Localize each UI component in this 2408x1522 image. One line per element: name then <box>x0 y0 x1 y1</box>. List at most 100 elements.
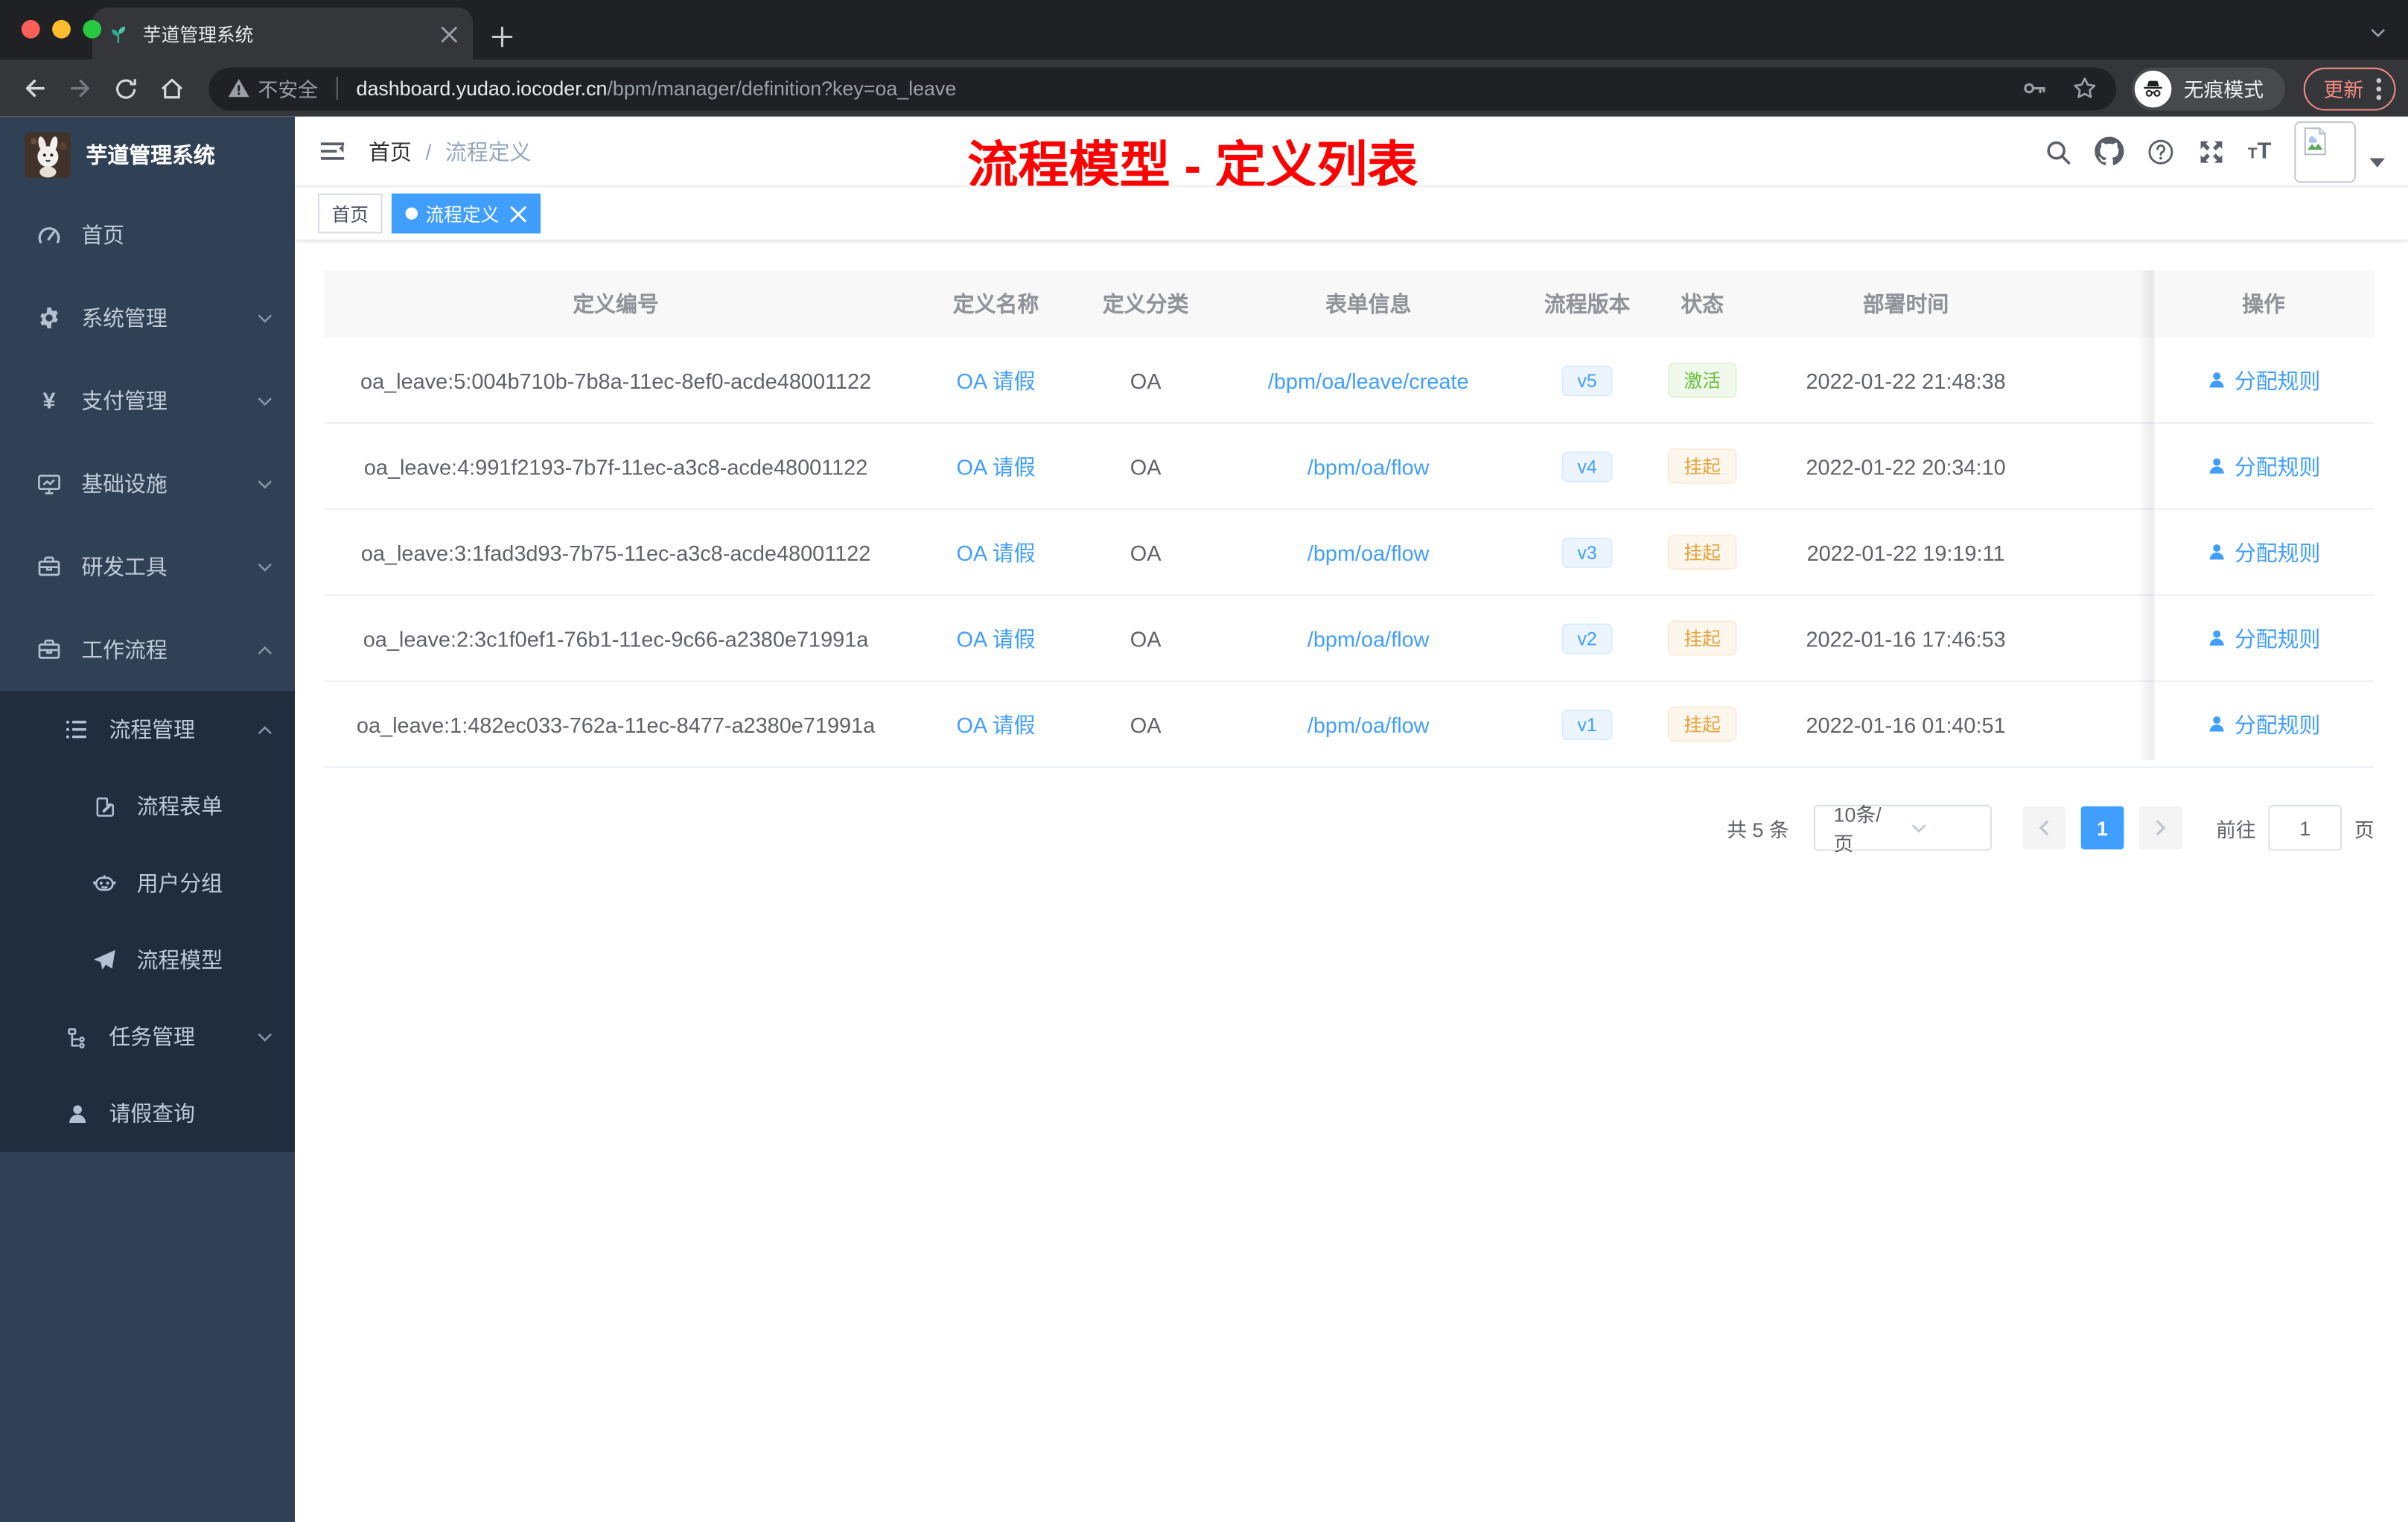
refresh-button[interactable] <box>104 67 147 110</box>
assign-rule-link[interactable]: 分配规则 <box>2207 709 2321 739</box>
definition-id-cell: oa_leave:2:3c1f0ef1-76b1-11ec-9c66-a2380… <box>363 625 869 651</box>
status-cell: 挂起 <box>1645 706 1760 742</box>
version-tag: v4 <box>1561 450 1613 482</box>
assign-rule-link[interactable]: 分配规则 <box>2207 365 2320 395</box>
sidebar-item-home[interactable]: 首页 <box>0 194 295 276</box>
tab-search-caret-icon[interactable] <box>2369 25 2386 42</box>
search-icon[interactable] <box>2044 138 2071 165</box>
definition-name-cell: OA 请假 <box>908 537 1084 567</box>
definition-name-link[interactable]: OA 请假 <box>957 450 1036 481</box>
yen-icon: ¥ <box>42 387 56 414</box>
assign-rule-link[interactable]: 分配规则 <box>2207 537 2320 567</box>
close-window-button[interactable] <box>21 19 40 39</box>
tab-close-icon[interactable] <box>441 25 458 42</box>
back-button[interactable] <box>13 67 56 110</box>
submenu-workflow: 流程管理 流程表单 用户分组 流程模型任务管理请假查询 <box>0 691 295 1152</box>
form-link[interactable]: /bpm/oa/flow <box>1307 453 1430 478</box>
column-header-5: 流程版本 <box>1544 291 1631 316</box>
table-row: oa_leave:3:1fad3d93-7b75-11ec-a3c8-acde4… <box>324 509 2374 596</box>
tag-close-icon[interactable] <box>510 205 527 222</box>
sidebar-item-label: 请假查询 <box>109 1101 195 1126</box>
form-link[interactable]: /bpm/oa/flow <box>1307 540 1430 564</box>
definition-name-link[interactable]: OA 请假 <box>957 365 1036 395</box>
header-actions: TT <box>2044 120 2386 182</box>
sidebar-item-process-management[interactable]: 流程管理 <box>0 691 295 768</box>
zoom-window-button[interactable] <box>83 19 102 39</box>
password-key-icon[interactable] <box>2021 75 2047 101</box>
definition-name-cell: OA 请假 <box>908 623 1084 653</box>
avatar-caret-icon[interactable] <box>2369 157 2386 167</box>
definition-name-link[interactable]: OA 请假 <box>957 623 1036 653</box>
forward-button[interactable] <box>58 67 101 110</box>
next-page-button[interactable] <box>2138 806 2182 850</box>
address-bar[interactable]: 不安全 dashboard.yudao.iocoder.cn/bpm/manag… <box>208 66 2117 110</box>
sidebar-menu: 首页 系统管理 ¥ 支付管理基础设施研发工具 工作流程 流程管理 流程表单 用户分组 流程模型任… <box>0 194 295 1152</box>
category-cell: OA <box>1130 625 1162 651</box>
sidebar-item-label: 任务管理 <box>109 1024 195 1049</box>
assign-rule-link[interactable]: 分配规则 <box>2207 450 2320 481</box>
user-avatar[interactable] <box>2294 120 2356 182</box>
version-cell: v3 <box>1529 536 1645 568</box>
prev-page-button[interactable] <box>2022 806 2065 850</box>
sidebar-item-label: 基础设施 <box>81 471 168 497</box>
chevron-down-icon <box>256 1028 273 1045</box>
sidebar-item-system[interactable]: 系统管理 <box>0 276 295 359</box>
goto-page-input[interactable] <box>2268 804 2342 851</box>
sidebar-item-process-model[interactable]: 流程模型 <box>0 922 295 999</box>
update-browser-button[interactable]: 更新 <box>2303 66 2396 110</box>
font-size-icon[interactable]: TT <box>2248 140 2272 163</box>
tab-title: 芋道管理系统 <box>142 23 254 45</box>
minimize-window-button[interactable] <box>52 19 71 39</box>
app-frame: 芋道管理系统 首页 系统管理 ¥ 支付管理 基础设施 研发工具 工作流程 流程管理 流程表单 用户… <box>0 116 2408 1522</box>
sidebar-item-infrastructure[interactable]: 基础设施 <box>0 442 295 525</box>
form-link[interactable]: /bpm/oa/flow <box>1307 625 1430 650</box>
incognito-badge: 无痕模式 <box>2131 66 2285 110</box>
tab-tag-home[interactable]: 首页 <box>317 193 383 234</box>
form-info-cell: /bpm/oa/flow <box>1207 453 1529 478</box>
definition-name-link[interactable]: OA 请假 <box>957 537 1036 567</box>
sidebar-item-dev-tools[interactable]: 研发工具 <box>0 525 295 608</box>
form-link[interactable]: /bpm/oa/leave/create <box>1268 368 1469 392</box>
sidebar-item-workflow[interactable]: 工作流程 <box>0 608 295 691</box>
sidebar-toggle-icon[interactable] <box>318 137 347 166</box>
fullscreen-icon[interactable] <box>2197 138 2225 165</box>
action-cell: 分配规则 <box>2153 709 2374 739</box>
definition-name-link[interactable]: OA 请假 <box>957 709 1036 739</box>
sidebar-logo[interactable]: 芋道管理系统 <box>0 117 295 194</box>
breadcrumb-home[interactable]: 首页 <box>369 136 412 167</box>
category-cell: OA <box>1130 539 1162 564</box>
page-size-value: 10条/页 <box>1833 803 1882 856</box>
sidebar-item-task-management[interactable]: 任务管理 <box>0 999 295 1075</box>
fixed-column-shadow <box>2138 270 2153 760</box>
sidebar-item-process-form[interactable]: 流程表单 <box>0 768 295 844</box>
definition-name-cell: OA 请假 <box>908 450 1084 481</box>
sidebar-item-payment[interactable]: ¥ 支付管理 <box>0 360 295 442</box>
gear-icon <box>37 305 62 330</box>
tab-tag-process-definition[interactable]: 流程定义 <box>391 193 541 234</box>
deploy-time-cell: 2022-01-22 20:34:10 <box>1806 453 2006 479</box>
security-indicator[interactable]: 不安全 <box>227 74 318 103</box>
chevron-down-icon <box>256 310 273 327</box>
warning-icon <box>227 77 250 100</box>
browser-toolbar: 不安全 dashboard.yudao.iocoder.cn/bpm/manag… <box>0 60 2408 117</box>
status-badge: 挂起 <box>1668 706 1736 742</box>
sidebar-item-leave-query[interactable]: 请假查询 <box>0 1075 295 1152</box>
submenu-process-management: 流程表单 用户分组 流程模型 <box>0 768 295 998</box>
home-button[interactable] <box>150 67 194 110</box>
assign-rule-link[interactable]: 分配规则 <box>2207 623 2320 653</box>
help-icon[interactable] <box>2147 138 2174 165</box>
browser-menu-icon[interactable] <box>2376 76 2382 101</box>
page-size-select[interactable]: 10条/页 <box>1813 803 1992 856</box>
browser-tab[interactable]: 芋道管理系统 <box>92 7 474 60</box>
form-link[interactable]: /bpm/oa/flow <box>1307 712 1430 736</box>
github-icon[interactable] <box>2094 136 2124 166</box>
incognito-glyph <box>2141 76 2165 101</box>
new-tab-button[interactable] <box>491 26 513 48</box>
sidebar-item-user-group[interactable]: 用户分组 <box>0 844 295 921</box>
page-1-button[interactable]: 1 <box>2080 806 2124 850</box>
dashboard-icon <box>37 223 62 247</box>
select-caret-icon <box>1911 819 1978 836</box>
assign-rule-label: 分配规则 <box>2234 711 2321 736</box>
bookmark-star-icon[interactable] <box>2071 75 2098 101</box>
incognito-label: 无痕模式 <box>2183 78 2264 102</box>
